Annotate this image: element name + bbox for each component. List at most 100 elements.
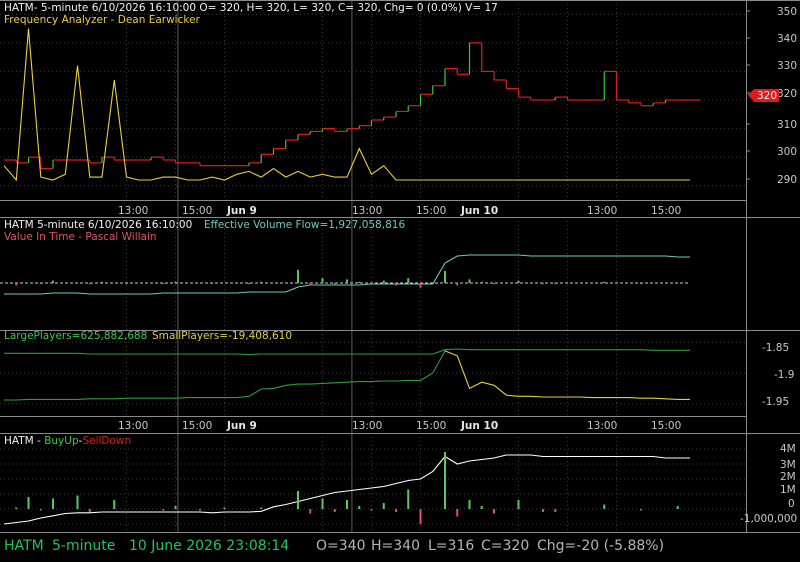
buyup-axis-tick-4m: 4M <box>780 443 796 455</box>
buyup-histogram-bar <box>370 509 373 511</box>
buyup-axis-tick-neg1m: -1,000,000 <box>740 513 797 525</box>
value-in-time-bar <box>456 283 459 286</box>
status-datetime: 10 June 2026 23:08:14 <box>129 538 290 554</box>
buyup-histogram-bar <box>309 509 312 514</box>
value-in-time-bar <box>125 283 128 285</box>
price-axis-tick-340: 340 <box>777 33 797 45</box>
buyup-histogram-bar <box>358 506 361 509</box>
value-in-time-bar <box>395 283 397 286</box>
price-axis-tick-350: 350 <box>777 6 797 18</box>
value-in-time-bar <box>640 283 642 285</box>
value-in-time-bar <box>346 279 348 283</box>
buyup-histogram-bar <box>395 509 397 512</box>
price-axis-tick-330: 330 <box>777 60 797 72</box>
price-axis-tick-300: 300 <box>777 146 797 158</box>
x-axis-mid-tick-0: 13:00 <box>118 420 148 432</box>
status-high: H=340 <box>371 538 420 554</box>
x-axis-mid-tick-1: 15:00 <box>182 420 212 432</box>
buyup-histogram-bar <box>346 500 348 509</box>
value-in-time-bar <box>603 281 606 283</box>
x-axis-mid-tick-7: 15:00 <box>651 420 681 432</box>
status-change: Chg=-20 (-5.88%) <box>537 538 665 554</box>
price-axis-tick-310: 310 <box>777 119 797 131</box>
value-in-time-bar <box>162 283 165 285</box>
small-players-label: SmallPlayers=-19,408,610 <box>152 330 292 342</box>
x-axis-mid-tick-2: Jun 9 <box>226 420 257 432</box>
buyup-histogram-bar <box>27 497 30 509</box>
status-bar: HATM 5-minute 10 June 2026 23:08:14 O=34… <box>0 533 800 562</box>
x-axis-top-tick-6: 13:00 <box>587 205 617 217</box>
players-axis-tick-1: -1.85 <box>762 342 789 354</box>
buyup-histogram-bar <box>88 509 91 512</box>
x-axis-mid-tick-4: 15:00 <box>416 420 446 432</box>
value-in-time-bar <box>333 283 336 285</box>
buyup-histogram-bar <box>480 506 483 509</box>
x-axis-top-tick-2: Jun 9 <box>226 205 257 217</box>
buyup-histogram-bar <box>174 506 177 509</box>
value-in-time-bar <box>468 279 471 283</box>
x-axis-top-tick-3: 13:00 <box>352 205 382 217</box>
value-in-time-bar <box>211 283 214 285</box>
value-in-time-bar <box>101 281 103 283</box>
buyup-title-prefix: HATM - <box>4 435 44 447</box>
price-axis-tick-320: 320 <box>777 88 797 100</box>
selldown-label: SellDown <box>82 435 131 447</box>
buyup-histogram-bar <box>15 507 18 509</box>
value-in-time-bar <box>358 281 361 283</box>
large-players-label: LargePlayers=625,882,688 <box>4 330 147 342</box>
x-axis-mid-tick-5: Jun 10 <box>460 420 498 432</box>
players-axis-tick-3: -1.95 <box>762 396 789 408</box>
status-symbol: HATM <box>4 538 44 554</box>
value-in-time-bar <box>542 283 544 285</box>
value-in-time-bar <box>517 280 520 283</box>
buyup-histogram-bar <box>333 509 336 512</box>
value-in-time-bar <box>174 281 177 283</box>
players-axis-tick-2: -1.9 <box>774 369 795 381</box>
volume-flow-indicator-label: Effective Volume Flow=1,927,058,816 <box>204 219 405 231</box>
value-in-time-bar <box>15 283 18 286</box>
buyup-axis-tick-2m: 2M <box>780 471 796 483</box>
value-in-time-bar <box>554 283 557 285</box>
chart-canvas[interactable]: HATM- 5-minute 6/10/2026 16:10:00 O= 320… <box>0 0 800 533</box>
buyup-histogram-bar <box>76 495 79 509</box>
value-in-time-bar <box>39 283 42 285</box>
buyup-histogram-bar <box>554 509 557 512</box>
buyup-histogram-bar <box>444 452 446 509</box>
last-price-label: 320 <box>757 90 777 102</box>
value-in-time-bar <box>52 280 54 283</box>
x-axis-mid-tick-3: 13:00 <box>352 420 382 432</box>
buyup-histogram-bar <box>199 509 201 511</box>
value-in-time-bar <box>370 283 373 285</box>
x-axis-top-tick-7: 15:00 <box>651 205 681 217</box>
status-low: L=316 <box>428 538 475 554</box>
frequency-analyzer-label: Frequency Analyzer - Dean Earwicker <box>4 14 201 26</box>
value-in-time-bar <box>297 269 299 283</box>
price-axis-tick-290: 290 <box>777 174 797 186</box>
price-panel-header: HATM- 5-minute 6/10/2026 16:10:00 O= 320… <box>4 2 498 14</box>
buyup-histogram-bar <box>113 500 116 509</box>
value-in-time-bar <box>260 281 263 283</box>
chart-window: HATM- 5-minute 6/10/2026 16:10:00 O= 320… <box>0 0 800 562</box>
buyup-histogram-bar <box>162 509 165 511</box>
value-in-time-bar <box>88 283 91 285</box>
buyup-histogram-bar <box>419 509 422 524</box>
buyup-histogram-bar <box>676 506 679 509</box>
x-axis-top-tick-0: 13:00 <box>118 205 148 217</box>
buyup-histogram-bar <box>603 504 606 509</box>
buyup-histogram-bar <box>382 503 385 509</box>
buyup-histogram-bar <box>297 491 299 509</box>
value-in-time-bar <box>493 283 495 285</box>
buyup-histogram-bar <box>517 500 520 509</box>
buyup-histogram-bar <box>407 489 410 509</box>
buyup-histogram-bar <box>542 509 544 512</box>
value-in-time-bar <box>309 283 312 286</box>
x-axis-top-tick-4: 15:00 <box>416 205 446 217</box>
buyup-histogram-bar <box>52 498 54 509</box>
buyup-histogram-bar <box>39 509 42 511</box>
value-in-time-bar <box>480 281 483 283</box>
buyup-axis-tick-3m: 3M <box>780 459 796 471</box>
buyup-histogram-bar <box>456 509 459 517</box>
buyup-histogram-bar <box>321 498 324 509</box>
x-axis-top-tick-1: 15:00 <box>182 205 212 217</box>
buyup-axis-tick-0: 0 <box>788 498 795 510</box>
